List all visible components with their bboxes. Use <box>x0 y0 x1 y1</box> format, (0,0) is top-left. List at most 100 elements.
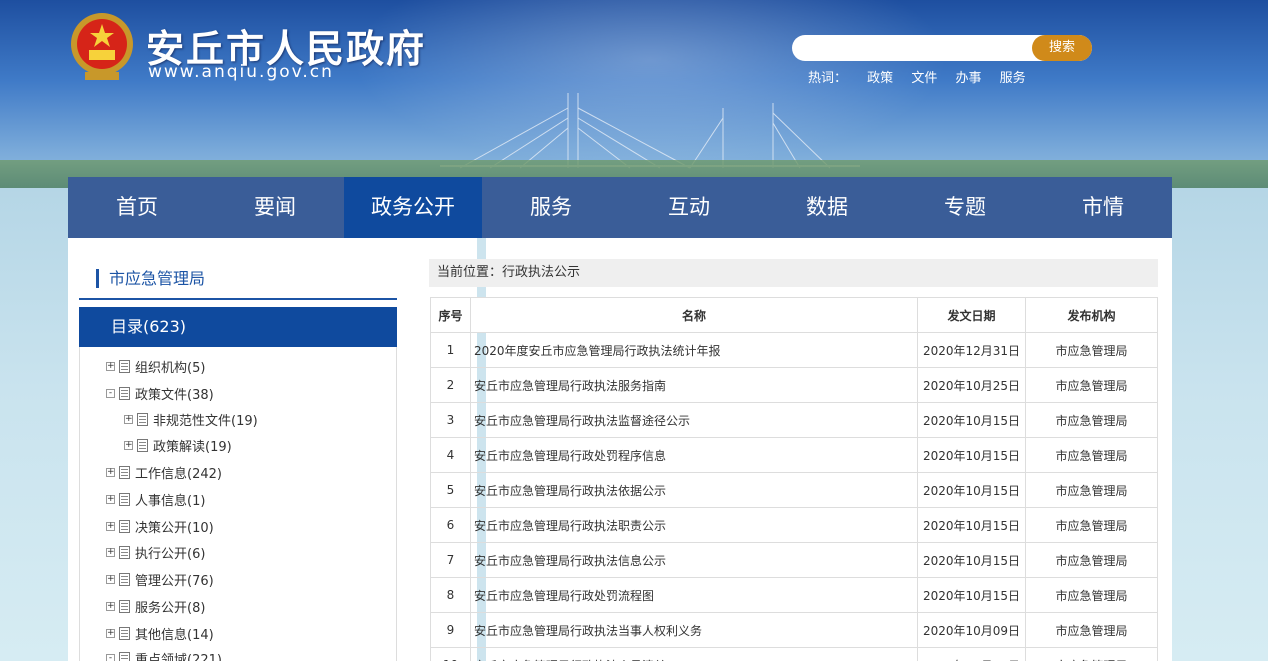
publish-date: 2020年10月15日 <box>917 437 1026 473</box>
publisher: 市应急管理局 <box>1025 647 1158 661</box>
publish-date: 2020年10月15日 <box>917 402 1026 438</box>
search-input[interactable] <box>804 38 1024 58</box>
breadcrumb: 当前位置：行政执法公示 <box>429 259 1158 287</box>
publisher: 市应急管理局 <box>1025 507 1158 543</box>
row-number: 7 <box>430 542 471 578</box>
table-row[interactable]: 3 安丘市应急管理局行政执法监督途径公示 2020年10月15日 市应急管理局 <box>430 402 1158 438</box>
document-icon <box>137 438 148 452</box>
hotword-link[interactable]: 办事 <box>955 71 981 86</box>
expand-icon[interactable]: + <box>106 547 115 557</box>
tree-item[interactable]: + 执行公开(6) <box>106 543 205 562</box>
tree-item[interactable]: + 决策公开(10) <box>106 517 214 536</box>
expand-icon[interactable]: + <box>106 361 115 371</box>
publish-date: 2020年10月15日 <box>917 507 1026 543</box>
nav-item-city-info[interactable]: 市情 <box>1034 177 1172 238</box>
expand-icon[interactable]: + <box>106 628 115 638</box>
tree-item[interactable]: + 工作信息(242) <box>106 463 222 482</box>
publisher: 市应急管理局 <box>1025 367 1158 403</box>
search-button[interactable]: 搜索 <box>1032 35 1092 61</box>
table-row[interactable]: 9 安丘市应急管理局行政执法当事人权利义务 2020年10月09日 市应急管理局 <box>430 612 1158 648</box>
table-row[interactable]: 4 安丘市应急管理局行政处罚程序信息 2020年10月15日 市应急管理局 <box>430 437 1158 473</box>
document-icon <box>119 572 130 586</box>
tree-item-label: 重点领域(221) <box>135 652 222 661</box>
document-link[interactable]: 2020年度安丘市应急管理局行政执法统计年报 <box>470 332 918 368</box>
row-number: 2 <box>430 367 471 403</box>
document-link[interactable]: 安丘市应急管理局行政执法依据公示 <box>470 472 918 508</box>
publish-date: 2020年10月15日 <box>917 577 1026 613</box>
tree-item-label: 非规范性文件(19) <box>153 413 258 429</box>
tree-item[interactable]: + 服务公开(8) <box>106 597 206 616</box>
department-title: 市应急管理局 <box>96 269 205 288</box>
collapse-icon[interactable]: - <box>106 388 115 398</box>
document-icon <box>119 599 130 613</box>
column-header-org: 发布机构 <box>1025 297 1158 333</box>
publisher: 市应急管理局 <box>1025 542 1158 578</box>
nav-item-home[interactable]: 首页 <box>68 177 206 238</box>
tree-item-label: 工作信息(242) <box>135 466 222 482</box>
nav-item-services[interactable]: 服务 <box>482 177 620 238</box>
site-url: www.anqiu.gov.cn <box>148 62 334 82</box>
document-table: 序号 名称 发文日期 发布机构 1 2020年度安丘市应急管理局行政执法统计年报… <box>430 297 1158 661</box>
nav-item-government-affairs[interactable]: 政务公开 <box>344 177 482 238</box>
expand-icon[interactable]: + <box>124 414 133 424</box>
national-emblem-icon <box>71 13 133 80</box>
hotword-link[interactable]: 服务 <box>1000 71 1026 86</box>
nav-item-data[interactable]: 数据 <box>758 177 896 238</box>
nav-item-news[interactable]: 要闻 <box>206 177 344 238</box>
expand-icon[interactable]: + <box>106 494 115 504</box>
divider <box>79 298 397 300</box>
document-link[interactable]: 安丘市应急管理局行政执法信息公示 <box>470 542 918 578</box>
tree-item-label: 服务公开(8) <box>135 600 206 616</box>
tree-item-label: 管理公开(76) <box>135 573 214 589</box>
publisher: 市应急管理局 <box>1025 612 1158 648</box>
tree-item-label: 政策文件(38) <box>135 387 214 403</box>
publish-date: 2020年10月15日 <box>917 472 1026 508</box>
collapse-icon[interactable]: - <box>106 653 115 661</box>
row-number: 1 <box>430 332 471 368</box>
document-icon <box>137 412 148 426</box>
tree-item[interactable]: + 组织机构(5) <box>106 357 206 376</box>
row-number: 4 <box>430 437 471 473</box>
catalog-header[interactable]: 目录(623) <box>79 307 397 347</box>
tree-item[interactable]: + 管理公开(76) <box>106 570 214 589</box>
expand-icon[interactable]: + <box>106 467 115 477</box>
table-row[interactable]: 10 安丘市应急管理局行政执法人员清单 2020年10月09日 市应急管理局 <box>430 647 1158 661</box>
publisher: 市应急管理局 <box>1025 332 1158 368</box>
tree-item[interactable]: + 人事信息(1) <box>106 490 206 509</box>
tree-item[interactable]: - 重点领域(221) <box>106 649 222 661</box>
expand-icon[interactable]: + <box>106 574 115 584</box>
publisher: 市应急管理局 <box>1025 402 1158 438</box>
row-number: 5 <box>430 472 471 508</box>
tree-item-label: 人事信息(1) <box>135 493 206 509</box>
document-link[interactable]: 安丘市应急管理局行政执法职责公示 <box>470 507 918 543</box>
table-row[interactable]: 6 安丘市应急管理局行政执法职责公示 2020年10月15日 市应急管理局 <box>430 507 1158 543</box>
document-link[interactable]: 安丘市应急管理局行政执法监督途径公示 <box>470 402 918 438</box>
tree-item-label: 组织机构(5) <box>135 360 206 376</box>
expand-icon[interactable]: + <box>106 521 115 531</box>
tree-item[interactable]: - 政策文件(38) <box>106 384 214 403</box>
table-row[interactable]: 8 安丘市应急管理局行政处罚流程图 2020年10月15日 市应急管理局 <box>430 577 1158 613</box>
nav-item-topics[interactable]: 专题 <box>896 177 1034 238</box>
column-header-number: 序号 <box>430 297 471 333</box>
hotword-link[interactable]: 文件 <box>911 71 937 86</box>
row-number: 8 <box>430 577 471 613</box>
tree-item[interactable]: + 非规范性文件(19) <box>124 410 258 429</box>
table-row[interactable]: 2 安丘市应急管理局行政执法服务指南 2020年10月25日 市应急管理局 <box>430 367 1158 403</box>
publisher: 市应急管理局 <box>1025 437 1158 473</box>
document-link[interactable]: 安丘市应急管理局行政执法人员清单 <box>470 647 918 661</box>
expand-icon[interactable]: + <box>124 440 133 450</box>
tree-item[interactable]: + 其他信息(14) <box>106 624 214 643</box>
tree-item-label: 政策解读(19) <box>153 439 232 455</box>
table-row[interactable]: 5 安丘市应急管理局行政执法依据公示 2020年10月15日 市应急管理局 <box>430 472 1158 508</box>
document-link[interactable]: 安丘市应急管理局行政处罚流程图 <box>470 577 918 613</box>
tree-item-label: 决策公开(10) <box>135 520 214 536</box>
document-link[interactable]: 安丘市应急管理局行政执法当事人权利义务 <box>470 612 918 648</box>
table-row[interactable]: 7 安丘市应急管理局行政执法信息公示 2020年10月15日 市应急管理局 <box>430 542 1158 578</box>
expand-icon[interactable]: + <box>106 601 115 611</box>
tree-item[interactable]: + 政策解读(19) <box>124 436 232 455</box>
table-row[interactable]: 1 2020年度安丘市应急管理局行政执法统计年报 2020年12月31日 市应急… <box>430 332 1158 368</box>
document-link[interactable]: 安丘市应急管理局行政处罚程序信息 <box>470 437 918 473</box>
hotword-link[interactable]: 政策 <box>867 71 893 86</box>
nav-item-interaction[interactable]: 互动 <box>620 177 758 238</box>
document-link[interactable]: 安丘市应急管理局行政执法服务指南 <box>470 367 918 403</box>
